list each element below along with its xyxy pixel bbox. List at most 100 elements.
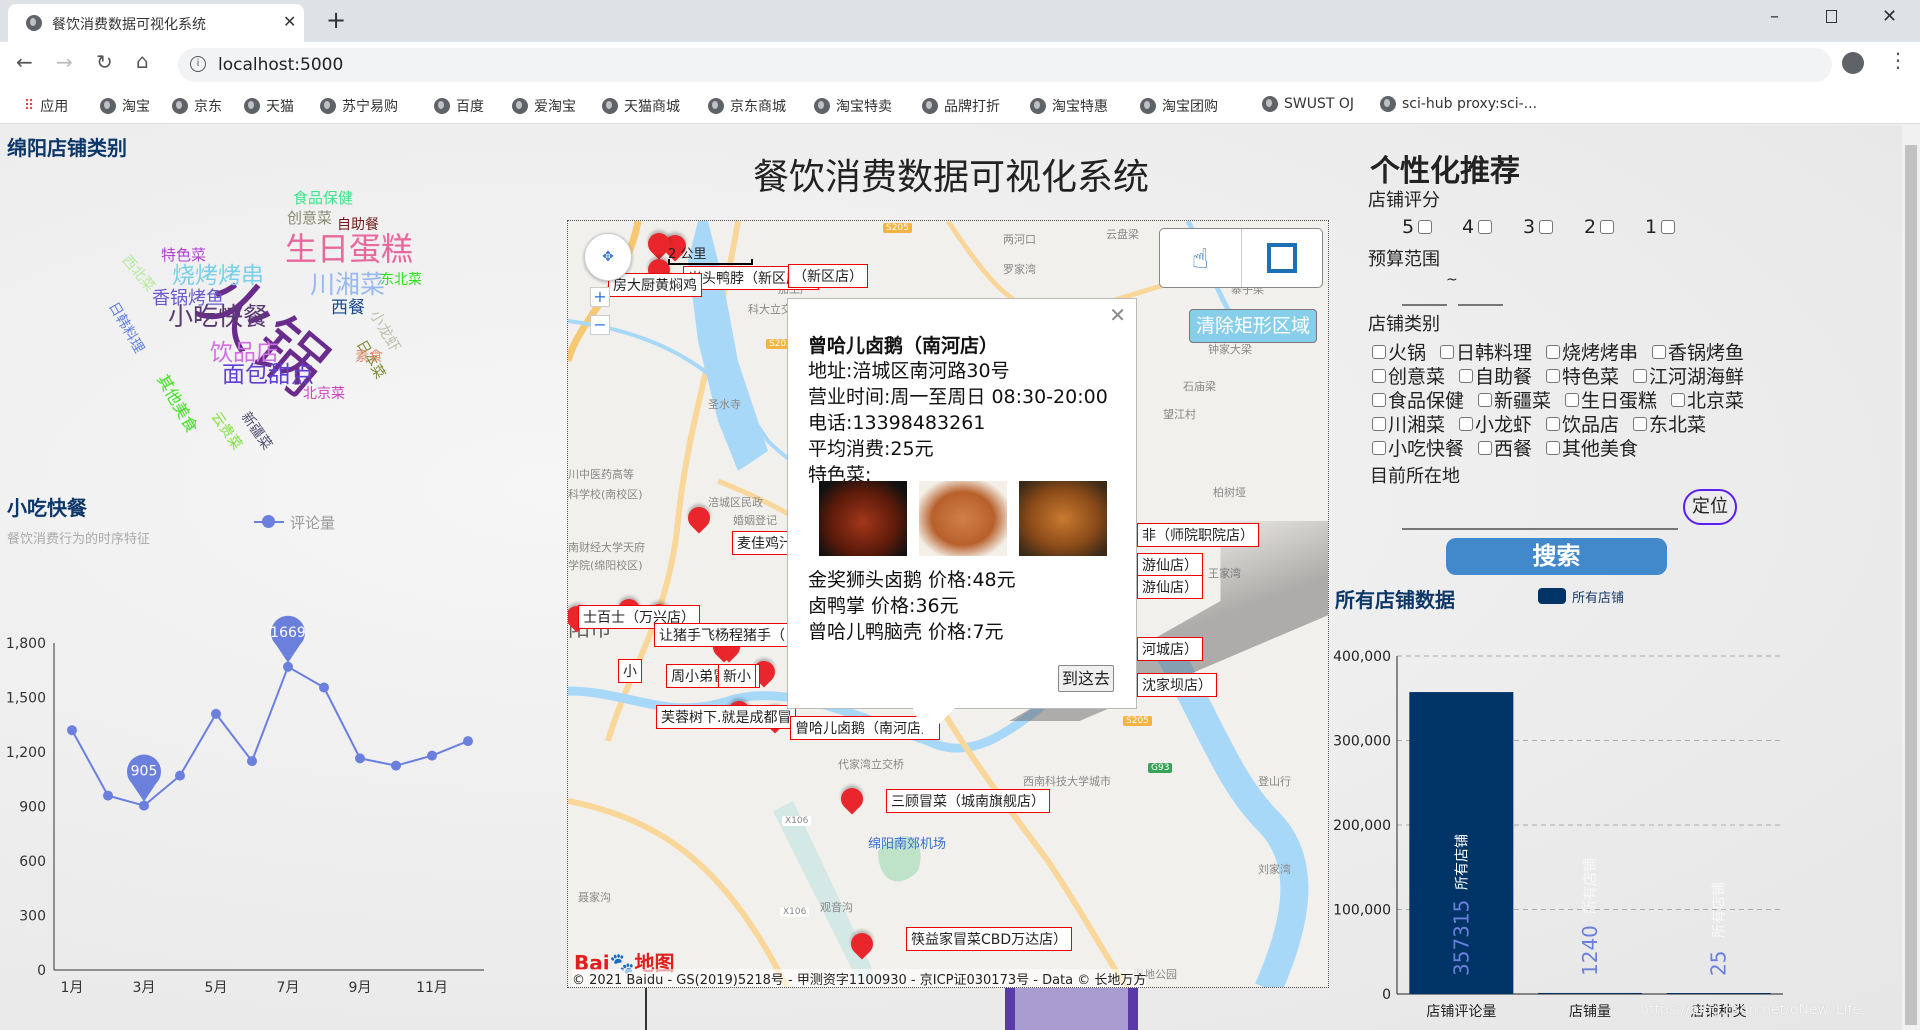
bookmark-4[interactable]: 苏宁易购 <box>320 96 398 116</box>
category-option[interactable]: 新疆菜 <box>1478 386 1551 413</box>
category-option[interactable]: 东北菜 <box>1633 410 1706 437</box>
data-point[interactable] <box>283 661 293 672</box>
restore-icon[interactable] <box>1826 10 1837 23</box>
category-option[interactable]: 火锅 <box>1372 338 1426 365</box>
category-option[interactable]: 小吃快餐 <box>1372 434 1464 461</box>
category-checkbox[interactable] <box>1478 440 1493 455</box>
marker-label[interactable]: 让猪手飞杨程猪手（ <box>654 623 790 647</box>
marker-label[interactable]: （新区店） <box>788 264 868 288</box>
marker-label[interactable]: 新小 <box>718 664 756 688</box>
category-checkbox[interactable] <box>1652 344 1667 359</box>
category-checkbox[interactable] <box>1478 392 1493 407</box>
category-checkbox[interactable] <box>1546 440 1561 455</box>
data-point[interactable] <box>103 790 113 801</box>
rating-checkbox[interactable] <box>1600 220 1615 234</box>
data-point[interactable] <box>391 760 401 771</box>
category-checkbox[interactable] <box>1633 416 1648 431</box>
category-option[interactable]: 特色菜 <box>1546 362 1619 389</box>
category-checkbox[interactable] <box>1459 368 1474 383</box>
bar[interactable] <box>1538 992 1642 994</box>
data-point[interactable] <box>427 750 437 761</box>
data-point[interactable] <box>319 682 329 693</box>
marker-label[interactable]: 河城店） <box>1137 637 1203 661</box>
hand-pointer-icon[interactable]: ☝ <box>1160 229 1242 287</box>
marker-label[interactable]: 游仙店） <box>1137 553 1203 577</box>
bookmark-9[interactable]: 淘宝特卖 <box>814 96 892 116</box>
data-point[interactable] <box>211 708 221 719</box>
data-point[interactable] <box>463 736 473 747</box>
category-checkbox[interactable] <box>1671 392 1686 407</box>
bar-legend-swatch[interactable] <box>1538 588 1566 604</box>
budget-min-input[interactable] <box>1402 290 1447 306</box>
bookmark-3[interactable]: 天猫 <box>244 96 294 116</box>
bar[interactable] <box>1666 993 1771 994</box>
category-option[interactable]: 日韩料理 <box>1440 338 1532 365</box>
data-point[interactable] <box>175 770 185 781</box>
search-button[interactable]: 搜索 <box>1446 538 1667 575</box>
category-option[interactable]: 自助餐 <box>1459 362 1532 389</box>
marker-label[interactable]: 沈家坝店） <box>1137 673 1217 697</box>
rating-checkbox[interactable] <box>1478 220 1493 234</box>
minimize-icon[interactable]: – <box>1770 6 1779 27</box>
menu-icon[interactable]: ⋮ <box>1888 48 1908 72</box>
legend-marker[interactable] <box>262 515 275 528</box>
bookmark-0[interactable]: ⠿ 应用 <box>24 96 68 116</box>
category-checkbox[interactable] <box>1372 392 1386 407</box>
category-checkbox[interactable] <box>1372 440 1386 455</box>
bookmark-12[interactable]: 淘宝团购 <box>1140 96 1218 116</box>
rating-checkbox[interactable] <box>1418 220 1433 234</box>
category-checkbox[interactable] <box>1372 344 1386 359</box>
category-option[interactable]: 香锅烤鱼 <box>1652 338 1744 365</box>
rating-checkbox[interactable] <box>1661 220 1676 234</box>
rectangle-tool[interactable] <box>1242 229 1323 287</box>
category-option[interactable]: 江河湖海鲜 <box>1633 362 1744 389</box>
category-option[interactable]: 食品保健 <box>1372 386 1464 413</box>
category-checkbox[interactable] <box>1440 344 1455 359</box>
rating-checkbox[interactable] <box>1539 220 1554 234</box>
zoom-out-button[interactable]: − <box>590 315 610 335</box>
category-option[interactable]: 饮品店 <box>1546 410 1619 437</box>
close-icon[interactable]: ✕ <box>1109 303 1126 327</box>
category-checkbox[interactable] <box>1459 416 1474 431</box>
reload-icon[interactable]: ↻ <box>96 50 113 74</box>
home-icon[interactable]: ⌂ <box>136 49 149 73</box>
location-input[interactable] <box>1402 510 1678 530</box>
marker-label[interactable]: 小 <box>618 659 642 683</box>
vertical-scrollbar[interactable] <box>1902 125 1920 1030</box>
bookmark-11[interactable]: 淘宝特惠 <box>1030 96 1108 116</box>
address-bar[interactable]: i localhost:5000 <box>178 48 1832 82</box>
bookmark-10[interactable]: 品牌打折 <box>922 96 1000 116</box>
data-point[interactable] <box>355 753 365 764</box>
baidu-map[interactable]: 两河口云盘梁罗家湾科大立交加工产圣水寺川中医药高等科学校(南校区)涪城区民政婚姻… <box>567 220 1329 988</box>
category-option[interactable]: 川湘菜 <box>1372 410 1445 437</box>
category-checkbox[interactable] <box>1546 344 1561 359</box>
category-checkbox[interactable] <box>1546 368 1561 383</box>
clear-rectangle-button[interactable]: 清除矩形区域 <box>1189 309 1317 343</box>
bookmark-6[interactable]: 爱淘宝 <box>512 96 576 116</box>
url-text[interactable]: localhost:5000 <box>218 55 343 75</box>
close-tab-icon[interactable]: ✕ <box>283 12 296 31</box>
category-option[interactable]: 其他美食 <box>1546 434 1638 461</box>
close-window-icon[interactable]: ✕ <box>1882 6 1897 27</box>
go-here-button[interactable]: 到这去 <box>1058 665 1114 692</box>
bookmark-13[interactable]: SWUST OJ <box>1262 96 1354 112</box>
category-option[interactable]: 烧烤烤串 <box>1546 338 1638 365</box>
forward-icon[interactable]: → <box>56 50 73 74</box>
bookmark-1[interactable]: 淘宝 <box>100 96 150 116</box>
zoom-in-button[interactable]: + <box>590 287 610 307</box>
range-slider-handle[interactable] <box>1005 988 1138 1030</box>
bookmark-7[interactable]: 天猫商城 <box>602 96 680 116</box>
category-checkbox[interactable] <box>1546 416 1561 431</box>
budget-max-input[interactable] <box>1458 290 1503 306</box>
category-option[interactable]: 小龙虾 <box>1459 410 1532 437</box>
bookmark-14[interactable]: sci-hub proxy:sci-... <box>1380 96 1537 112</box>
category-option[interactable]: 北京菜 <box>1671 386 1744 413</box>
new-tab-icon[interactable]: + <box>326 6 346 34</box>
marker-label[interactable]: 房大厨黄焖鸡 <box>608 273 702 297</box>
category-checkbox[interactable] <box>1565 392 1580 407</box>
category-option[interactable]: 生日蛋糕 <box>1565 386 1657 413</box>
data-point[interactable] <box>247 756 257 767</box>
bookmark-2[interactable]: 京东 <box>172 96 222 116</box>
bookmark-8[interactable]: 京东商城 <box>708 96 786 116</box>
category-checkbox[interactable] <box>1372 368 1386 383</box>
